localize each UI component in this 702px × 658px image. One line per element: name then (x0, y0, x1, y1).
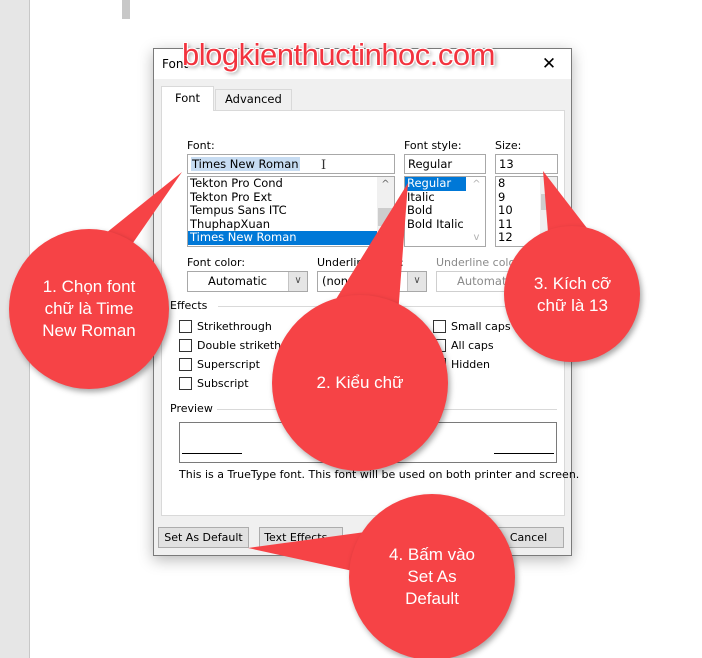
font-list-item[interactable]: Tekton Pro Cond (188, 177, 394, 191)
scroll-up-icon[interactable]: ^ (377, 177, 394, 193)
scroll-down-icon[interactable]: v (468, 230, 485, 246)
checkbox-box[interactable] (179, 339, 192, 352)
checkbox-box[interactable] (179, 377, 192, 390)
checkbox-box[interactable] (433, 358, 446, 371)
font-list-item[interactable]: Tekton Pro Ext (188, 190, 394, 205)
chevron-down-icon[interactable]: ∨ (288, 272, 307, 291)
small-caps-checkbox[interactable]: Small caps (433, 320, 511, 333)
checkbox-label: Double strikethrough (197, 339, 314, 352)
underline-color-select[interactable]: Automatic (436, 271, 557, 292)
preview-underline-left (182, 453, 242, 454)
scroll-thumb[interactable] (378, 208, 393, 226)
font-tab-panel: Font: Times New Roman I Tekton Pro Cond … (161, 110, 579, 516)
checkbox-label: Subscript (197, 377, 249, 390)
preview-box (179, 422, 557, 463)
set-as-default-button[interactable]: Set As Default (158, 527, 249, 548)
scroll-thumb[interactable] (541, 194, 556, 210)
checkbox-label: Strikethrough (197, 320, 272, 333)
close-icon[interactable]: ✕ (533, 52, 565, 76)
font-color-select[interactable]: Automatic ∨ (187, 271, 308, 292)
font-label: Font: (187, 139, 215, 152)
checkbox-box[interactable] (433, 320, 446, 333)
font-list-item[interactable]: ThuphapXuan (188, 217, 394, 232)
font-style-scrollbar[interactable]: ^ v (468, 177, 485, 246)
font-color-value: Automatic (208, 274, 267, 288)
checkbox-label: Superscript (197, 358, 260, 371)
checkbox-box[interactable] (433, 339, 446, 352)
underline-style-select[interactable]: (none) ∨ (317, 271, 427, 292)
tab-advanced-label: Advanced (225, 92, 282, 106)
double-strikethrough-checkbox[interactable]: Double strikethrough (179, 339, 313, 352)
underline-color-label: Underline color: (436, 256, 524, 269)
size-input[interactable]: 13 (495, 154, 558, 174)
font-style-input-value: Regular (408, 157, 453, 171)
scroll-up-icon[interactable]: ^ (540, 177, 557, 193)
superscript-checkbox[interactable]: Superscript (179, 358, 260, 371)
size-list-scrollbar[interactable]: ^ (540, 177, 557, 246)
size-input-value: 13 (499, 157, 514, 171)
all-caps-checkbox[interactable]: All caps (433, 339, 494, 352)
strikethrough-checkbox[interactable]: Strikethrough (179, 320, 272, 333)
subscript-checkbox[interactable]: Subscript (179, 377, 249, 390)
font-list[interactable]: Tekton Pro Cond Tekton Pro Ext Tempus Sa… (187, 176, 395, 247)
effects-label: Effects (170, 299, 208, 312)
hidden-checkbox[interactable]: Hidden (433, 358, 490, 371)
font-list-scrollbar[interactable]: ^ (377, 177, 394, 246)
preview-label: Preview (170, 402, 213, 415)
document-cursor-mark (122, 0, 130, 19)
chevron-down-icon[interactable]: ∨ (407, 272, 426, 291)
size-label: Size: (495, 139, 522, 152)
effects-divider (218, 306, 558, 307)
tab-font-label: Font (175, 91, 201, 105)
font-style-list[interactable]: Regular Italic Bold Bold Italic ^ v (404, 176, 486, 247)
checkbox-label: All caps (451, 339, 494, 352)
cancel-button[interactable]: Cancel (493, 527, 564, 548)
text-effects-button[interactable]: Text Effects... (259, 527, 343, 548)
font-input-value: Times New Roman (191, 157, 300, 171)
checkbox-box[interactable] (179, 320, 192, 333)
text-cursor-icon: I (321, 158, 327, 173)
watermark: blogkienthuctinhoc.com (182, 37, 495, 72)
checkbox-box[interactable] (179, 358, 192, 371)
truetype-note: This is a TrueType font. This font will … (179, 468, 580, 481)
font-style-label: Font style: (404, 139, 462, 152)
font-dialog: Font ✕ Font Advanced Font: Times New Rom… (153, 48, 579, 556)
tab-advanced[interactable]: Advanced (215, 89, 292, 110)
font-style-input[interactable]: Regular (404, 154, 486, 174)
underline-style-value: (none) (322, 274, 360, 288)
underline-color-value: Automatic (457, 274, 516, 288)
checkbox-label: Hidden (451, 358, 491, 371)
font-list-item-selected[interactable]: Times New Roman (188, 230, 394, 245)
font-list-item[interactable]: Tempus Sans ITC (188, 203, 394, 218)
font-color-label: Font color: (187, 256, 246, 269)
scroll-up-icon[interactable]: ^ (468, 177, 485, 193)
checkbox-label: Small caps (451, 320, 511, 333)
preview-divider (217, 409, 557, 410)
preview-underline-right (494, 453, 554, 454)
font-input[interactable]: Times New Roman I (187, 154, 395, 174)
font-style-item-selected[interactable]: Regular (405, 177, 466, 191)
tab-font[interactable]: Font (161, 86, 215, 111)
size-list[interactable]: 8 9 10 11 12 ^ (495, 176, 558, 247)
document-margin (0, 0, 30, 658)
underline-style-label: Underline style: (317, 256, 404, 269)
